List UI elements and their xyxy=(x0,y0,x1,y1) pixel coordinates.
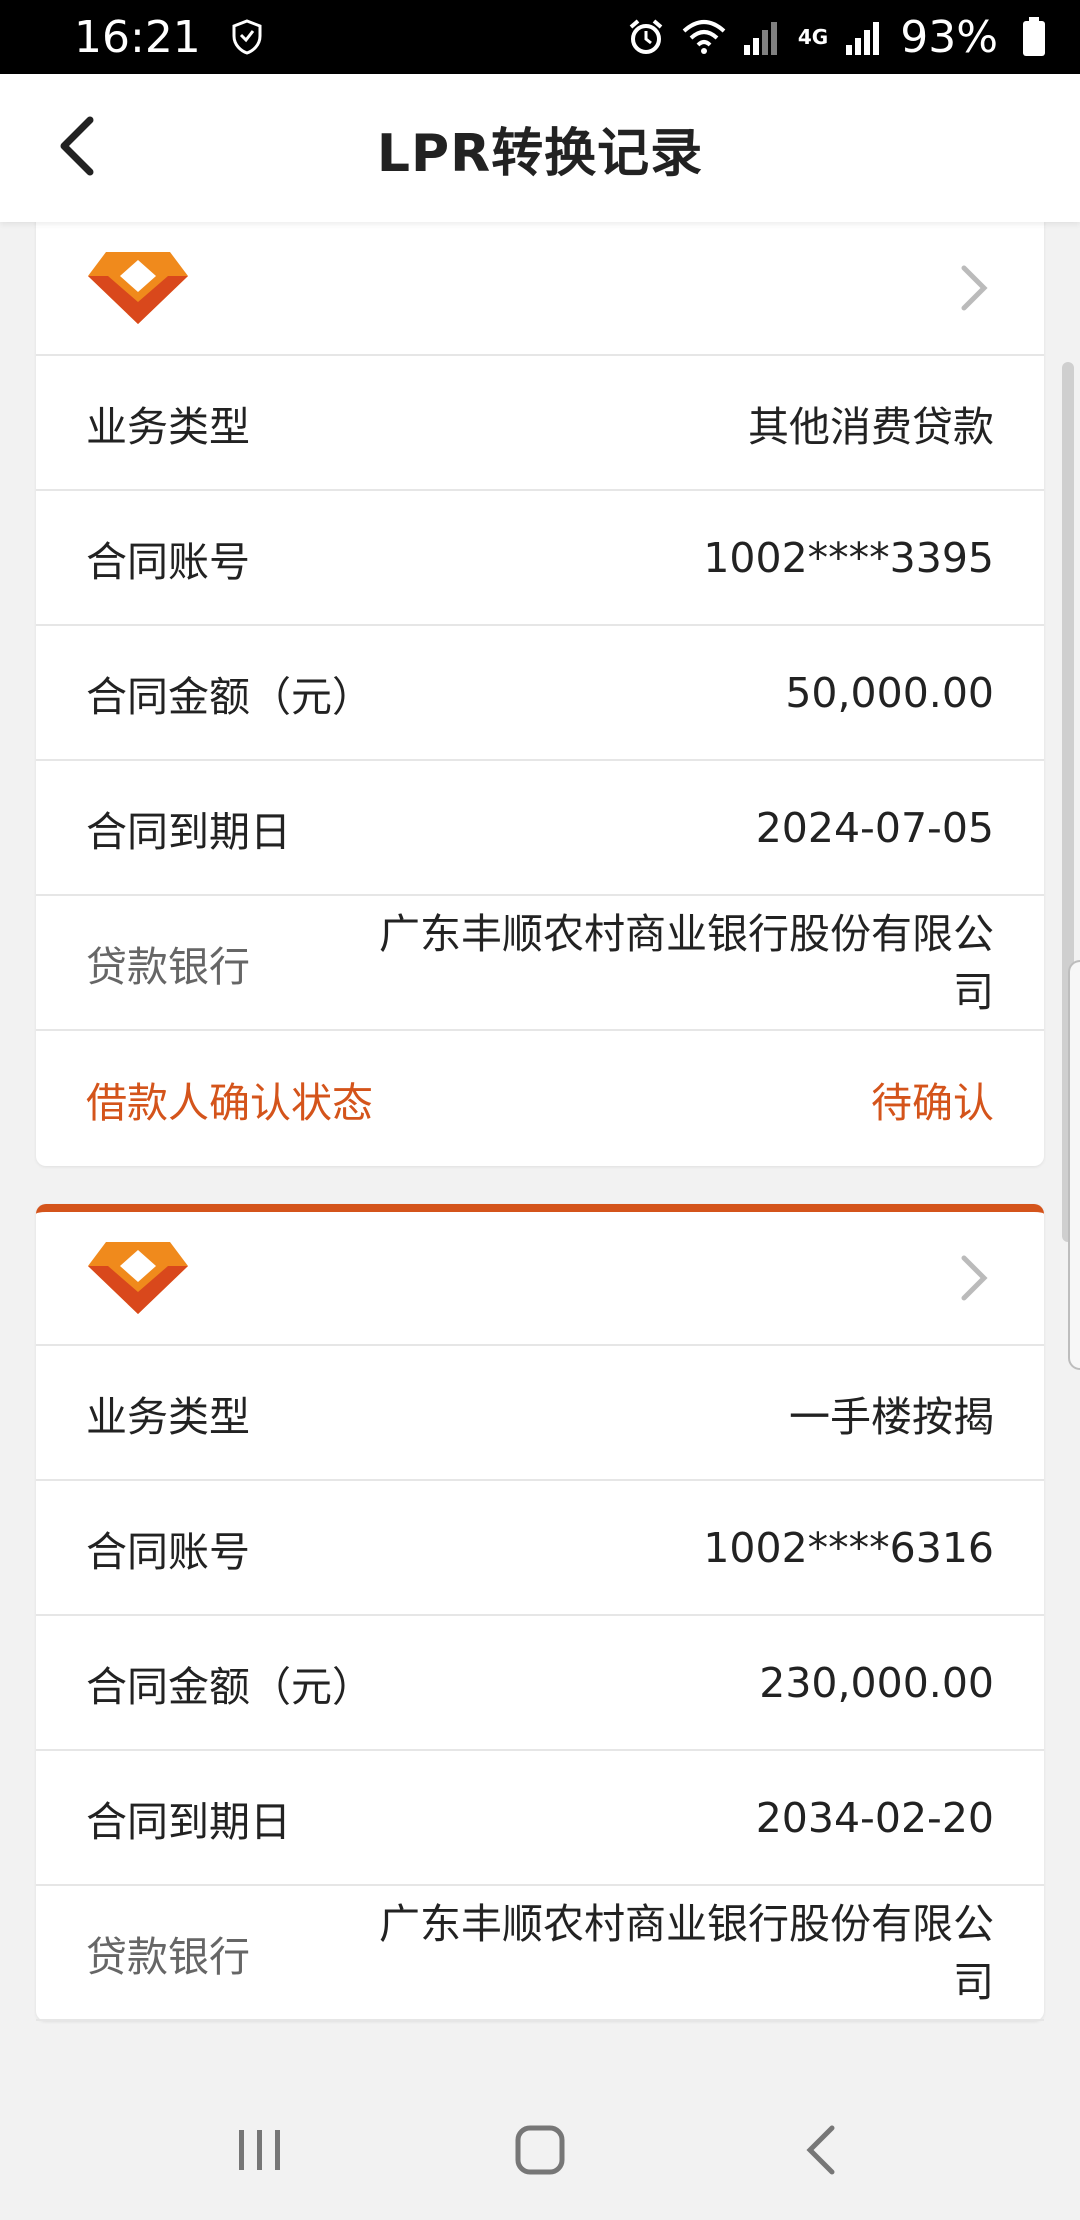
business-type-row: 业务类型 其他消费贷款 xyxy=(36,356,1044,491)
account-label: 合同账号 xyxy=(86,537,250,586)
amount-label: 合同金额（元） xyxy=(86,1662,373,1711)
account-row: 合同账号 1002****6316 xyxy=(36,1481,1044,1616)
bank-label: 贷款银行 xyxy=(86,942,250,991)
account-value: 1002****6316 xyxy=(703,1523,994,1572)
recents-button[interactable] xyxy=(210,2100,310,2200)
status-time: 16:21 xyxy=(74,11,201,63)
chevron-right-icon[interactable] xyxy=(954,258,994,318)
battery-percent: 93% xyxy=(900,11,998,63)
confirm-status-row: 借款人确认状态 待确认 xyxy=(36,1031,1044,1166)
bank-logo-icon xyxy=(88,1242,188,1314)
bank-row: 贷款银行 广东丰顺农村商业银行股份有限公司 xyxy=(36,1886,1044,2021)
alarm-icon xyxy=(624,15,668,59)
amount-label: 合同金额（元） xyxy=(86,672,373,721)
business-type-label: 业务类型 xyxy=(86,1392,250,1441)
due-date-row: 合同到期日 2024-07-05 xyxy=(36,761,1044,896)
battery-icon xyxy=(1012,15,1056,59)
business-type-value: 其他消费贷款 xyxy=(748,402,994,451)
bank-row: 贷款银行 广东丰顺农村商业银行股份有限公司 xyxy=(36,896,1044,1031)
home-icon xyxy=(515,2125,565,2175)
amount-value: 50,000.00 xyxy=(785,668,994,717)
business-type-label: 业务类型 xyxy=(86,402,250,451)
back-icon xyxy=(806,2125,835,2175)
card-header[interactable] xyxy=(36,222,1044,356)
screen: 16:21 4G 93% LPR转换记录 业务类型 其他消费贷款 合同账号 10… xyxy=(0,0,1080,2220)
amount-value: 230,000.00 xyxy=(759,1658,994,1707)
record-card[interactable]: 业务类型 一手楼按揭 合同账号 1002****6316 合同金额（元） 230… xyxy=(36,1204,1044,2021)
chevron-right-icon[interactable] xyxy=(954,1248,994,1308)
shield-icon xyxy=(225,15,269,59)
app-header: LPR转换记录 xyxy=(0,74,1080,222)
back-button[interactable] xyxy=(36,106,116,186)
card-header[interactable] xyxy=(36,1212,1044,1346)
due-date-row: 合同到期日 2034-02-20 xyxy=(36,1751,1044,1886)
nav-back-button[interactable] xyxy=(770,2100,870,2200)
bank-value: 广东丰顺农村商业银行股份有限公司 xyxy=(379,909,994,1016)
amount-row: 合同金额（元） 50,000.00 xyxy=(36,626,1044,761)
bank-label: 贷款银行 xyxy=(86,1932,250,1981)
due-date-label: 合同到期日 xyxy=(86,1797,291,1846)
confirm-status-label: 借款人确认状态 xyxy=(86,1078,373,1127)
business-type-row: 业务类型 一手楼按揭 xyxy=(36,1346,1044,1481)
signal-icon xyxy=(842,15,886,59)
record-card[interactable]: 业务类型 其他消费贷款 合同账号 1002****3395 合同金额（元） 50… xyxy=(36,222,1044,1166)
bank-value: 广东丰顺农村商业银行股份有限公司 xyxy=(379,1899,994,2006)
recents-icon xyxy=(239,2130,280,2170)
page-title: LPR转换记录 xyxy=(376,123,704,184)
record-list[interactable]: 业务类型 其他消费贷款 合同账号 1002****3395 合同金额（元） 50… xyxy=(0,222,1080,2080)
account-value: 1002****3395 xyxy=(703,533,994,582)
chevron-left-icon xyxy=(60,116,94,176)
signal-icon xyxy=(740,15,784,59)
due-date-label: 合同到期日 xyxy=(86,807,291,856)
home-button[interactable] xyxy=(490,2100,590,2200)
due-date-value: 2024-07-05 xyxy=(755,803,994,852)
amount-row: 合同金额（元） 230,000.00 xyxy=(36,1616,1044,1751)
confirm-status-value: 待确认 xyxy=(871,1078,994,1127)
edge-panel-handle[interactable] xyxy=(1068,960,1080,1370)
status-bar: 16:21 4G 93% xyxy=(0,0,1080,74)
network-type: 4G xyxy=(797,25,829,49)
due-date-value: 2034-02-20 xyxy=(755,1793,994,1842)
account-label: 合同账号 xyxy=(86,1527,250,1576)
bank-logo-icon xyxy=(88,252,188,324)
system-nav-bar xyxy=(0,2080,1080,2220)
business-type-value: 一手楼按揭 xyxy=(789,1392,994,1441)
account-row: 合同账号 1002****3395 xyxy=(36,491,1044,626)
wifi-icon xyxy=(682,15,726,59)
